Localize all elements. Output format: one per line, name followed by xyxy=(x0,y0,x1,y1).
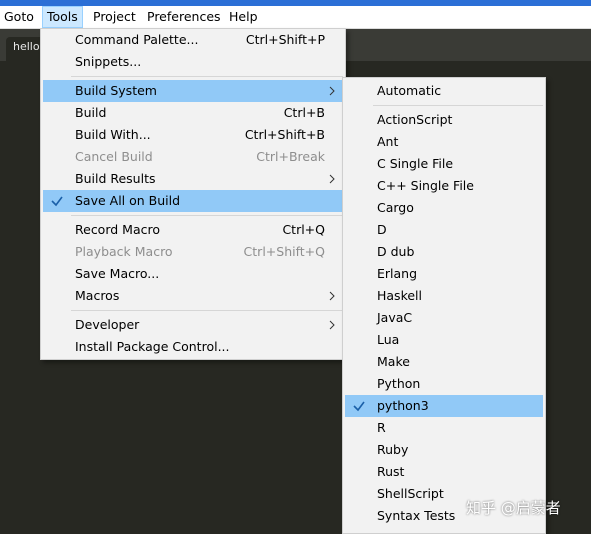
build-system-item-cargo[interactable]: Cargo xyxy=(345,197,543,219)
menu-item-command-palette[interactable]: Command Palette... Ctrl+Shift+P xyxy=(43,29,343,51)
menu-item-label: Cancel Build xyxy=(75,149,153,164)
menu-item-label: Lua xyxy=(377,332,400,347)
menu-help[interactable]: Help xyxy=(225,6,262,28)
menu-item-shortcut: Ctrl+Q xyxy=(282,222,325,237)
menu-item-save-macro[interactable]: Save Macro... xyxy=(43,263,343,285)
menu-item-label: ShellScript xyxy=(377,486,444,501)
menu-item-label: Automatic xyxy=(377,83,442,98)
chevron-right-icon xyxy=(329,86,335,96)
menu-item-shortcut: Ctrl+B xyxy=(283,105,325,120)
tab-label: hello xyxy=(13,40,40,53)
menu-item-shortcut: Ctrl+Shift+P xyxy=(245,32,325,47)
menu-item-build-results[interactable]: Build Results xyxy=(43,168,343,190)
menu-item-label: Install Package Control... xyxy=(75,339,230,354)
menu-item-label: Cargo xyxy=(377,200,414,215)
menu-item-label: D xyxy=(377,222,387,237)
menu-item-label: Command Palette... xyxy=(75,32,199,47)
menu-item-label: C Single File xyxy=(377,156,454,171)
menu-item-label: Save Macro... xyxy=(75,266,160,281)
build-system-item-d[interactable]: D xyxy=(345,219,543,241)
menu-item-shortcut: Ctrl+Shift+B xyxy=(244,127,325,142)
build-system-item-d-dub[interactable]: D dub xyxy=(345,241,543,263)
menu-item-label: Make xyxy=(377,354,410,369)
menu-item-label: Developer xyxy=(75,317,140,332)
build-system-item-python[interactable]: Python xyxy=(345,373,543,395)
menu-item-label: Haskell xyxy=(377,288,423,303)
menu-item-developer[interactable]: Developer xyxy=(43,314,343,336)
menu-item-label: C++ Single File xyxy=(377,178,474,193)
menu-item-build-system[interactable]: Build System xyxy=(43,80,343,102)
menu-item-shortcut: Ctrl+Shift+Q xyxy=(243,244,325,259)
menu-item-label: Record Macro xyxy=(75,222,160,237)
menu-item-label: Syntax Tests xyxy=(377,508,456,523)
menu-item-label: Rust xyxy=(377,464,405,479)
menu-project[interactable]: Project xyxy=(89,6,140,28)
menu-item-label: Build xyxy=(75,105,107,120)
menu-item-label: Erlang xyxy=(377,266,418,281)
menu-item-cancel-build: Cancel Build Ctrl+Break xyxy=(43,146,343,168)
menu-item-snippets[interactable]: Snippets... xyxy=(43,51,343,73)
menu-item-label: Ruby xyxy=(377,442,409,457)
menu-item-label: Build With... xyxy=(75,127,151,142)
menu-item-label: Python xyxy=(377,376,421,391)
menu-tools[interactable]: Tools xyxy=(42,6,83,28)
menu-item-shortcut: Ctrl+Break xyxy=(256,149,325,164)
menu-item-install-package-control[interactable]: Install Package Control... xyxy=(43,336,343,358)
checkmark-icon xyxy=(353,401,365,412)
build-system-item-make[interactable]: Make xyxy=(345,351,543,373)
menu-item-label: Macros xyxy=(75,288,120,303)
menu-separator xyxy=(71,310,343,311)
build-system-item-ant[interactable]: Ant xyxy=(345,131,543,153)
menu-item-label: python3 xyxy=(377,398,429,413)
menu-item-label: D dub xyxy=(377,244,415,259)
menu-item-macros[interactable]: Macros xyxy=(43,285,343,307)
build-system-item-erlang[interactable]: Erlang xyxy=(345,263,543,285)
chevron-right-icon xyxy=(329,320,335,330)
build-system-item-javac[interactable]: JavaC xyxy=(345,307,543,329)
menu-item-label: Build System xyxy=(75,83,157,98)
checkmark-icon xyxy=(51,196,63,207)
build-system-item-c-single-file[interactable]: C++ Single File xyxy=(345,175,543,197)
build-system-item-automatic[interactable]: Automatic xyxy=(345,80,543,102)
menu-item-label: Save All on Build xyxy=(75,193,181,208)
watermark: 知乎 @启蒙者 xyxy=(466,499,561,517)
menu-item-label: Ant xyxy=(377,134,399,149)
build-system-item-python3[interactable]: python3 xyxy=(345,395,543,417)
build-system-item-haskell[interactable]: Haskell xyxy=(345,285,543,307)
chevron-right-icon xyxy=(329,174,335,184)
build-system-item-actionscript[interactable]: ActionScript xyxy=(345,109,543,131)
menu-item-label: R xyxy=(377,420,386,435)
menu-item-record-macro[interactable]: Record Macro Ctrl+Q xyxy=(43,219,343,241)
menu-item-label: Snippets... xyxy=(75,54,142,69)
menu-goto[interactable]: Goto xyxy=(0,6,38,28)
menu-preferences[interactable]: Preferences xyxy=(143,6,225,28)
menu-item-label: Playback Macro xyxy=(75,244,173,259)
menu-item-label: JavaC xyxy=(377,310,413,325)
menu-item-build[interactable]: Build Ctrl+B xyxy=(43,102,343,124)
menu-item-save-all-on-build[interactable]: Save All on Build xyxy=(43,190,343,212)
menu-separator xyxy=(71,76,343,77)
build-system-item-lua[interactable]: Lua xyxy=(345,329,543,351)
menu-separator xyxy=(71,215,343,216)
menu-item-build-with[interactable]: Build With... Ctrl+Shift+B xyxy=(43,124,343,146)
menu-item-label: ActionScript xyxy=(377,112,453,127)
menu-separator xyxy=(373,105,543,106)
build-system-submenu: Automatic ActionScript Ant C Single File C++… xyxy=(342,77,546,534)
build-system-item-c-single-file[interactable]: C Single File xyxy=(345,153,543,175)
build-system-item-r[interactable]: R xyxy=(345,417,543,439)
build-system-item-ruby[interactable]: Ruby xyxy=(345,439,543,461)
build-system-item-rust[interactable]: Rust xyxy=(345,461,543,483)
menu-bar: Goto Tools Project Preferences Help xyxy=(0,6,591,29)
menu-item-playback-macro: Playback Macro Ctrl+Shift+Q xyxy=(43,241,343,263)
tools-menu: Command Palette... Ctrl+Shift+P Snippets… xyxy=(40,28,346,360)
menu-item-label: Build Results xyxy=(75,171,156,186)
chevron-right-icon xyxy=(329,291,335,301)
